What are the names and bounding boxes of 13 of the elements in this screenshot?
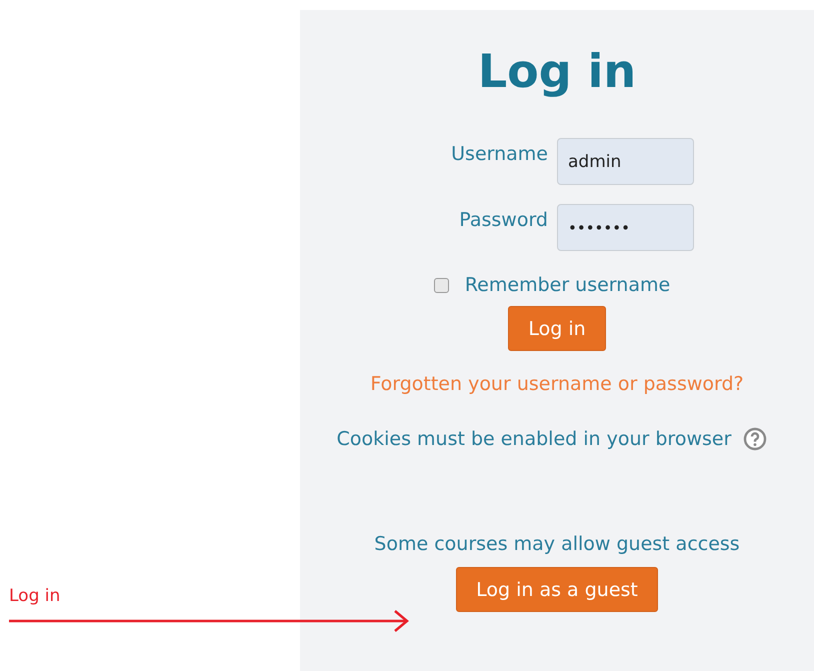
login-button[interactable]: Log in <box>508 306 606 351</box>
password-field[interactable]: ••••••• <box>557 204 694 251</box>
annotation-label: Log in <box>9 586 60 606</box>
remember-checkbox[interactable] <box>434 278 449 292</box>
forgot-password-link[interactable]: Forgotten your username or password? <box>370 373 744 395</box>
field-label: Password <box>458 211 549 230</box>
username-field[interactable]: admin <box>557 138 694 185</box>
guest-access-notice: Some courses may allow guest access <box>374 533 740 555</box>
cookies-notice: Cookies must be enabled in your browser <box>336 428 732 450</box>
remember-label: Remember username <box>464 274 670 296</box>
field-label: Username <box>450 145 549 164</box>
guest-login-button[interactable]: Log in as a guest <box>456 567 658 612</box>
help-icon[interactable] <box>743 427 768 451</box>
